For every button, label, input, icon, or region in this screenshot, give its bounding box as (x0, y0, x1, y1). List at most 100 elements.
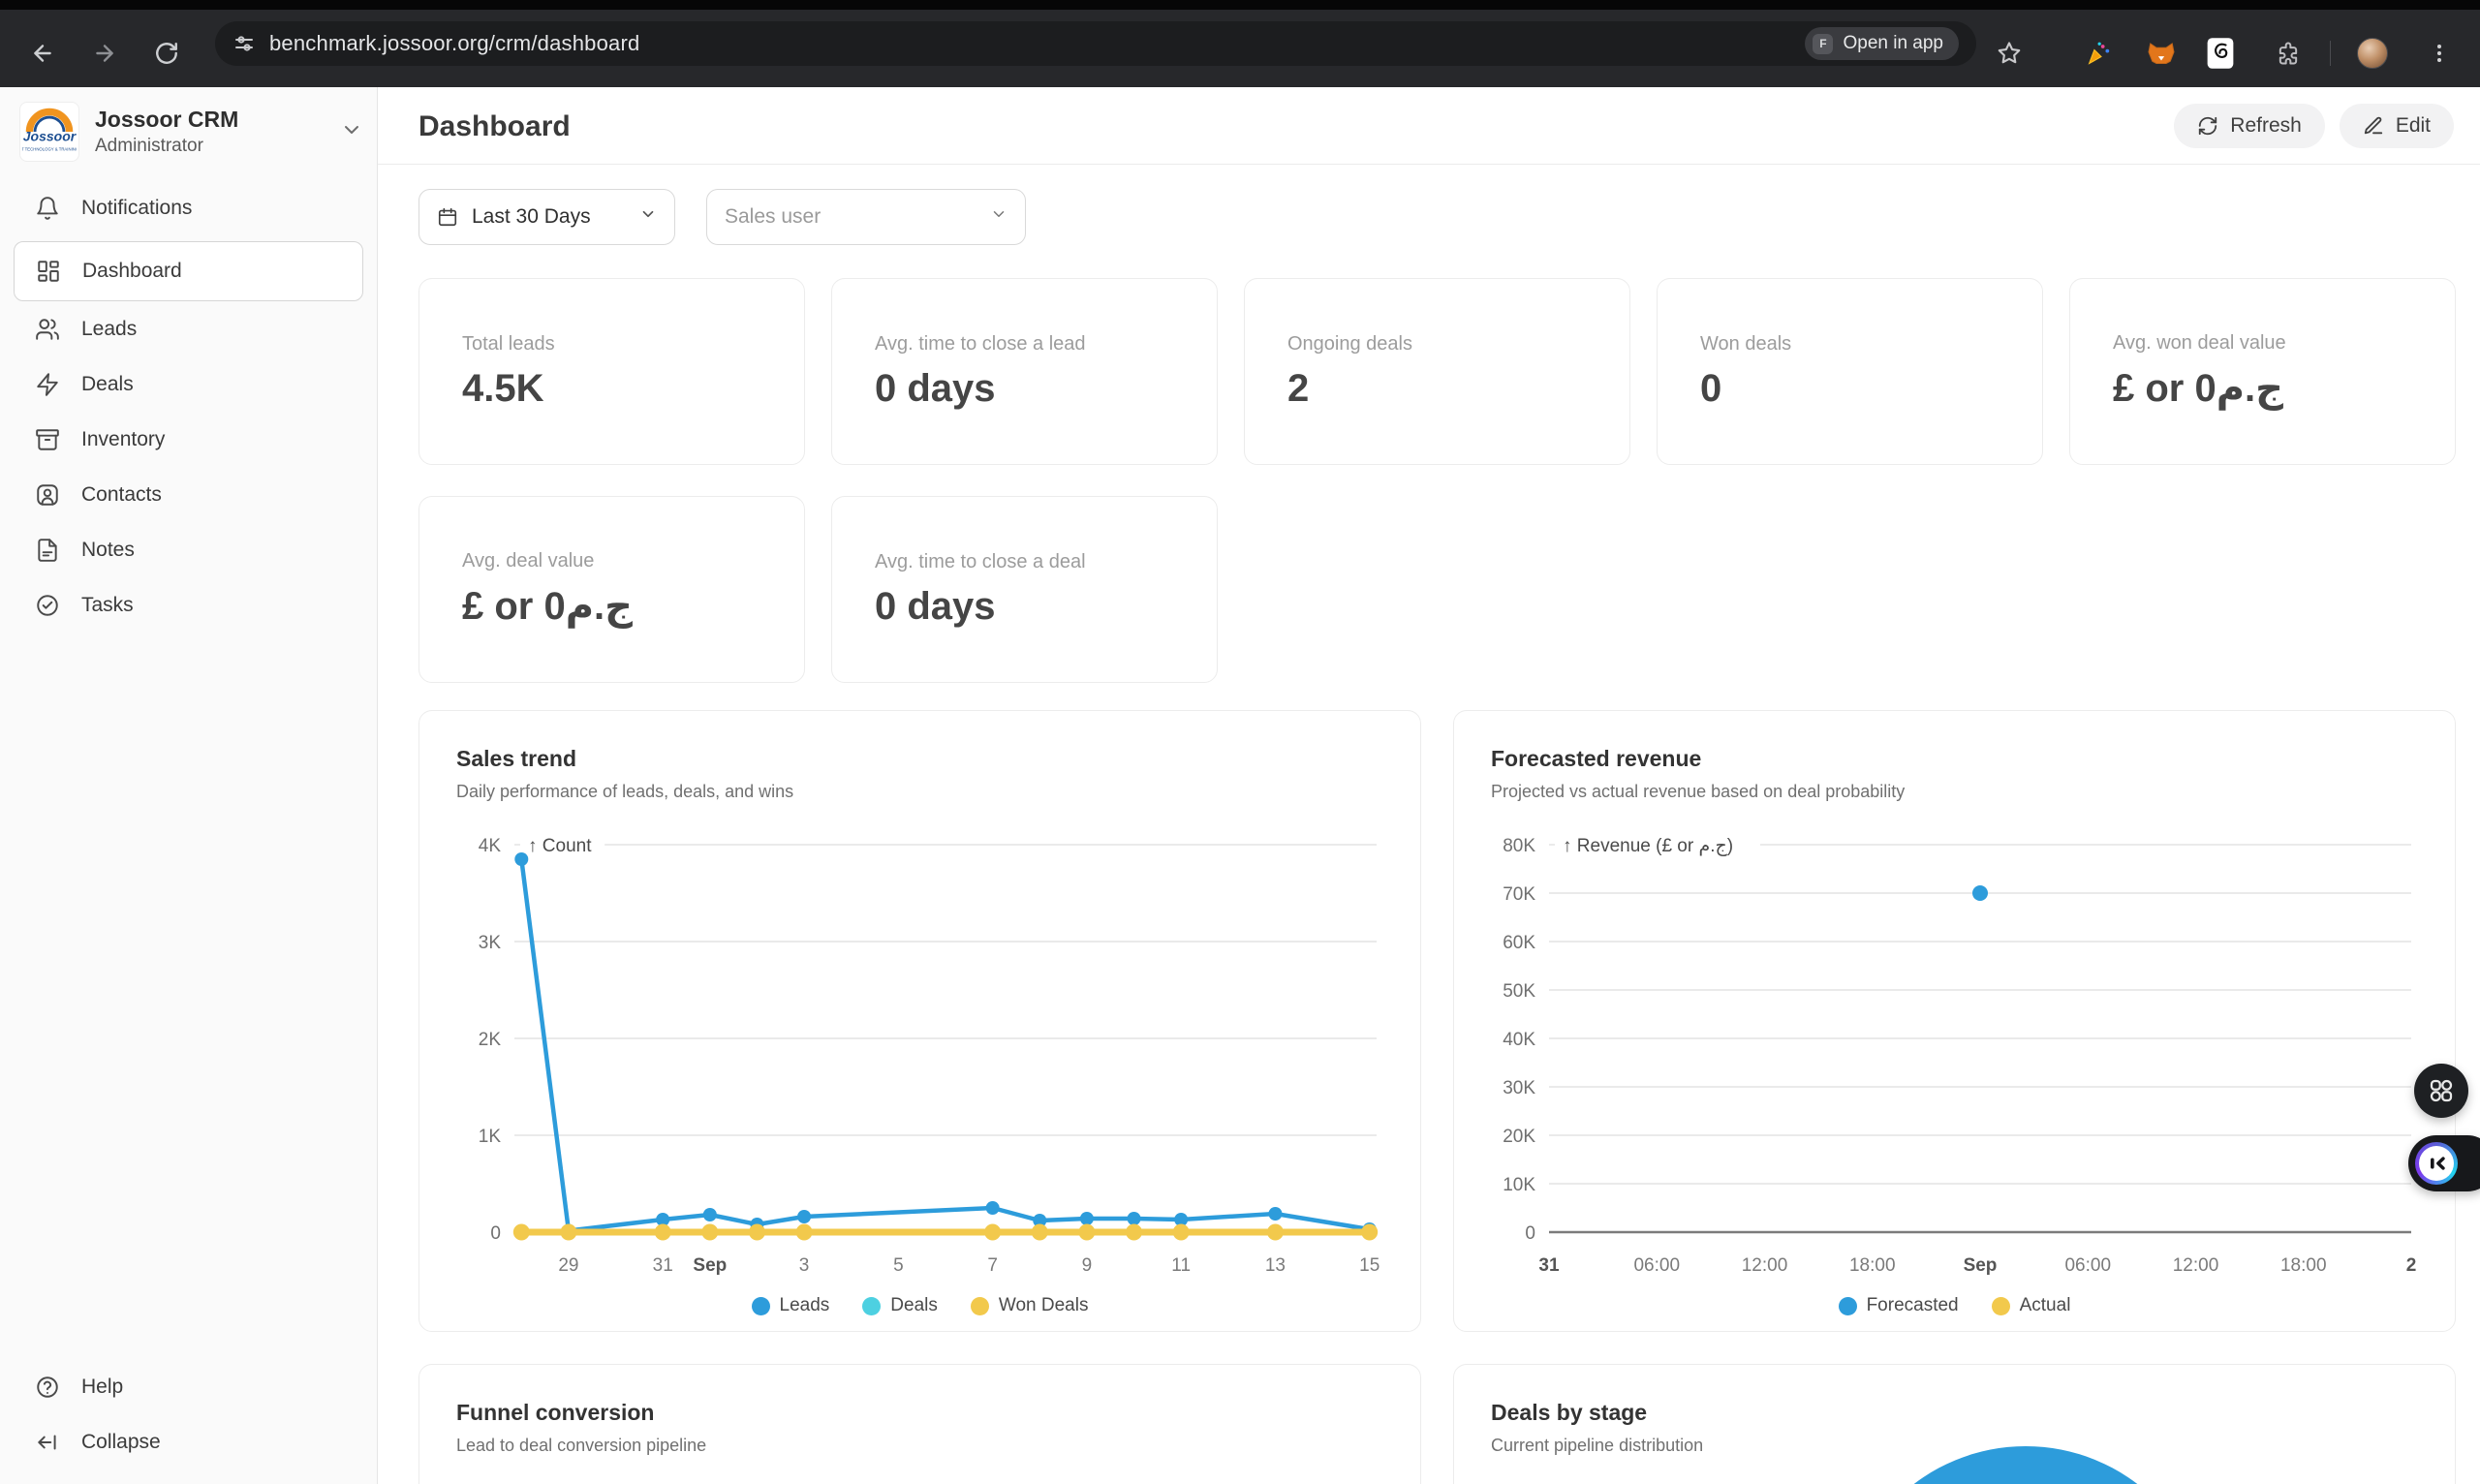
forecast-subtitle: Projected vs actual revenue based on dea… (1491, 782, 2418, 802)
archive-box-icon (35, 427, 60, 452)
browser-chrome: benchmark.jossoor.org/crm/dashboard F Op… (0, 0, 2480, 87)
kpi-avg-won-deal-value: Avg. won deal value £ or 0ج.م (2069, 278, 2456, 465)
deals-by-stage-card: Deals by stage Current pipeline distribu… (1453, 1364, 2456, 1484)
sidebar-nav: Dashboard Leads Deals Inventory Contacts… (0, 240, 377, 634)
svg-text:Jossoor: Jossoor (23, 128, 77, 143)
sales-trend-plot: 4K3K2K1K0↑ Count2931Sep3579111315 (456, 823, 1383, 1291)
widget-launcher-button[interactable] (2414, 1064, 2468, 1118)
deals-by-stage-title: Deals by stage (1491, 1400, 2418, 1426)
sidebar-item-deals[interactable]: Deals (14, 357, 363, 412)
users-icon (35, 317, 60, 342)
forward-arrow-icon (92, 41, 117, 66)
legend-label: Won Deals (999, 1295, 1089, 1316)
svg-text:50K: 50K (1503, 981, 1535, 1002)
reload-icon (154, 41, 179, 66)
page-title: Dashboard (418, 110, 571, 143)
legend-dot (1992, 1297, 2010, 1315)
swirl-icon (2206, 37, 2235, 70)
legend-item[interactable]: Forecasted (1839, 1295, 1959, 1316)
sidebar-item-contacts[interactable]: Contacts (14, 468, 363, 522)
open-in-app-chip[interactable]: F Open in app (1805, 27, 1959, 60)
legend-item[interactable]: Deals (862, 1295, 938, 1316)
browser-menu-button[interactable] (2418, 32, 2461, 75)
svg-text:0: 0 (490, 1223, 501, 1244)
assistant-eyes-icon (2419, 1146, 2454, 1181)
svg-text:60K: 60K (1503, 933, 1535, 953)
bookmark-button[interactable] (1988, 32, 2030, 75)
jossoor-logo-icon: Jossoor IT TECHNOLOGY & TRAINING (22, 105, 77, 159)
svg-text:12:00: 12:00 (2173, 1255, 2219, 1276)
kpi-avg-time-close-lead: Avg. time to close a lead 0 days (831, 278, 1218, 465)
legend-item[interactable]: Actual (1992, 1295, 2071, 1316)
back-button[interactable] (21, 32, 64, 75)
url-text[interactable]: benchmark.jossoor.org/crm/dashboard (269, 31, 639, 56)
extensions-menu-button[interactable] (2272, 37, 2305, 70)
sidebar-footer: Help Collapse (0, 1359, 377, 1470)
legend-dot (862, 1297, 881, 1315)
sidebar-collapse-button[interactable]: Collapse (14, 1415, 363, 1469)
sidebar-item-leads[interactable]: Leads (14, 302, 363, 356)
contact-card-icon (35, 482, 60, 508)
legend-label: Deals (890, 1295, 938, 1316)
collapse-arrow-icon (35, 1430, 60, 1455)
workspace-role: Administrator (95, 136, 238, 157)
svg-text:0: 0 (1525, 1223, 1535, 1244)
main-content: Dashboard Refresh Edit Last 30 Days (378, 87, 2480, 1484)
forecast-title: Forecasted revenue (1491, 746, 2418, 772)
check-circle-icon (35, 593, 60, 618)
kpi-grid: Total leads 4.5K Avg. time to close a le… (418, 278, 2456, 683)
svg-text:2: 2 (2406, 1255, 2417, 1276)
reload-button[interactable] (145, 32, 188, 75)
svg-text:4K: 4K (479, 836, 502, 856)
kpi-total-leads: Total leads 4.5K (418, 278, 805, 465)
app-grid-icon (2427, 1076, 2456, 1105)
sidebar-item-inventory[interactable]: Inventory (14, 413, 363, 467)
pencil-icon (2363, 115, 2384, 137)
deals-by-stage-subtitle: Current pipeline distribution (1491, 1436, 2418, 1456)
legend-item[interactable]: Won Deals (971, 1295, 1089, 1316)
svg-text:Sep: Sep (1964, 1255, 1998, 1276)
kpi-won-deals: Won deals 0 (1657, 278, 2043, 465)
extension-swirl-button[interactable] (2204, 37, 2237, 70)
assistant-button[interactable] (2408, 1135, 2480, 1191)
chevron-down-icon (639, 205, 657, 229)
svg-text:Sep: Sep (693, 1255, 727, 1276)
refresh-button[interactable]: Refresh (2174, 104, 2325, 148)
workspace-chevron-icon[interactable] (340, 118, 363, 146)
tune-icon[interactable] (232, 32, 256, 55)
svg-text:11: 11 (1171, 1255, 1191, 1276)
extension-fox-button[interactable] (2145, 37, 2178, 70)
toolbar-divider (2330, 41, 2331, 66)
sales-user-filter[interactable]: Sales user (706, 189, 1026, 245)
workspace-switcher[interactable]: Jossoor IT TECHNOLOGY & TRAINING Jossoor… (19, 101, 363, 163)
svg-text:7: 7 (987, 1255, 998, 1276)
help-circle-icon (35, 1375, 60, 1400)
svg-text:3: 3 (799, 1255, 810, 1276)
legend-dot (971, 1297, 989, 1315)
svg-text:30K: 30K (1503, 1078, 1535, 1098)
browser-toolbar: benchmark.jossoor.org/crm/dashboard F Op… (0, 10, 2480, 87)
sidebar-item-notifications[interactable]: Notifications (14, 181, 363, 235)
profile-avatar[interactable] (2357, 38, 2388, 69)
date-range-filter[interactable]: Last 30 Days (418, 189, 675, 245)
svg-text:80K: 80K (1503, 836, 1535, 856)
sidebar-item-tasks[interactable]: Tasks (14, 578, 363, 633)
sales-trend-svg: 4K3K2K1K0↑ Count2931Sep3579111315 (456, 823, 1383, 1286)
svg-text:1K: 1K (479, 1127, 502, 1147)
forward-button[interactable] (83, 32, 126, 75)
address-bar[interactable]: benchmark.jossoor.org/crm/dashboard F Op… (215, 21, 1976, 66)
svg-text:10K: 10K (1503, 1175, 1535, 1195)
sidebar: Jossoor IT TECHNOLOGY & TRAINING Jossoor… (0, 87, 378, 1484)
funnel-subtitle: Lead to deal conversion pipeline (456, 1436, 1383, 1456)
forecast-plot: 80K70K60K50K40K30K20K10K0↑ Revenue (£ or… (1491, 823, 2418, 1291)
legend-label: Leads (780, 1295, 830, 1316)
extension-party-button[interactable] (2082, 37, 2115, 70)
kpi-ongoing-deals: Ongoing deals 2 (1244, 278, 1630, 465)
legend-item[interactable]: Leads (752, 1295, 830, 1316)
sales-trend-subtitle: Daily performance of leads, deals, and w… (456, 782, 1383, 802)
sidebar-item-dashboard[interactable]: Dashboard (14, 241, 363, 301)
legend-label: Actual (2020, 1295, 2071, 1316)
sidebar-item-help[interactable]: Help (14, 1360, 363, 1414)
sidebar-item-notes[interactable]: Notes (14, 523, 363, 577)
edit-button[interactable]: Edit (2340, 104, 2454, 148)
